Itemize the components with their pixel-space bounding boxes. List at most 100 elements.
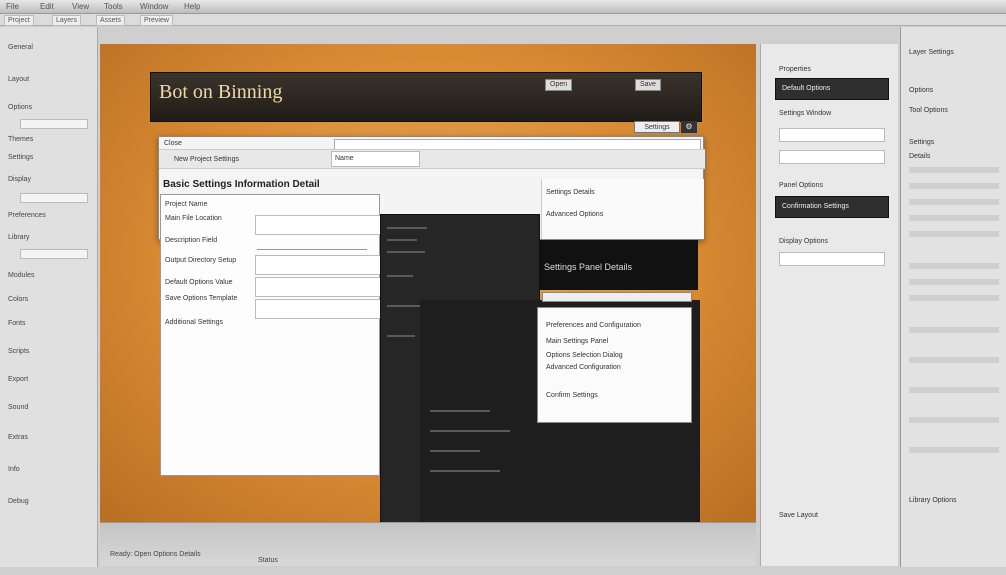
dialog-name-input[interactable]: Name (331, 151, 420, 167)
top-toolbar: File Edit View Tools Window Help (0, 0, 1006, 14)
status-text: Ready: Open Options Details (110, 551, 201, 558)
panel-label: Layer Settings (909, 49, 954, 56)
confirmation-settings-button[interactable]: Confirmation Settings (775, 196, 889, 218)
confirm-link[interactable]: Confirm Settings (546, 392, 598, 399)
sidebar-item[interactable]: Options (8, 103, 32, 113)
dialog-close-label[interactable]: Close (164, 140, 182, 147)
layer-row[interactable] (909, 183, 999, 189)
panel-label: Panel Options (779, 182, 823, 189)
sidebar-item[interactable]: Settings (8, 153, 33, 163)
sidebar-item[interactable]: Sound (8, 403, 28, 413)
sidebar-field[interactable] (20, 193, 88, 203)
form-label: Main File Location (165, 215, 222, 222)
layer-row[interactable] (909, 447, 999, 453)
form-input[interactable] (255, 277, 381, 297)
form-panel: Project Name Main File Location Descript… (160, 194, 381, 476)
panel-label: Save Layout (779, 512, 818, 519)
dark-header: Settings Panel Details (540, 240, 698, 290)
layer-row[interactable] (909, 387, 999, 393)
sidebar-item[interactable]: Fonts (8, 319, 26, 329)
menu-view[interactable]: View (72, 2, 89, 11)
sidebar-item[interactable]: Extras (8, 433, 28, 443)
layers-panel: Layer Settings Options Tool Options Sett… (900, 27, 1006, 567)
tab-strip: Project Layers Assets Preview (0, 14, 1006, 26)
layer-row[interactable] (909, 417, 999, 423)
form-label: Default Options Value (165, 279, 233, 286)
left-sidebar: General Layout Options Themes Settings D… (0, 27, 98, 567)
layer-row[interactable] (909, 199, 999, 205)
panel-field[interactable] (779, 150, 885, 164)
card-line: Preferences and Configuration (546, 322, 641, 329)
search-input[interactable] (542, 292, 692, 302)
card-line: Main Settings Panel (546, 338, 609, 345)
console-line (430, 430, 510, 432)
form-label: Additional Settings (165, 319, 223, 326)
panel-field[interactable] (779, 252, 885, 266)
title-banner: Bot on Binning Open Save (150, 72, 702, 122)
default-options-button[interactable]: Default Options (775, 78, 889, 100)
menu-file[interactable]: File (6, 2, 19, 11)
card-line: Options Selection Dialog (546, 352, 623, 359)
tab-preview[interactable]: Preview (140, 15, 173, 26)
layer-row[interactable] (909, 167, 999, 173)
form-label: Project Name (165, 201, 208, 208)
form-input[interactable] (255, 255, 381, 275)
console-line (387, 239, 417, 241)
menu-tools[interactable]: Tools (104, 2, 123, 11)
console-line (430, 410, 490, 412)
sidebar-item[interactable]: Modules (8, 271, 34, 281)
console-line (430, 470, 500, 472)
panel-label: Tool Options (909, 107, 948, 114)
sidebar-item[interactable]: Library (8, 233, 29, 243)
tab-assets[interactable]: Assets (96, 15, 126, 26)
sidebar-item[interactable]: Themes (8, 135, 33, 145)
sidebar-field[interactable] (20, 249, 88, 259)
form-label: Output Directory Setup (165, 257, 237, 264)
console-line (430, 450, 480, 452)
card-line: Advanced Configuration (546, 364, 621, 371)
gear-icon[interactable]: ⚙ (681, 121, 697, 133)
divider (257, 249, 367, 250)
sidebar-item[interactable]: Debug (8, 497, 29, 507)
list-item[interactable]: Advanced Options (546, 211, 603, 218)
layer-row[interactable] (909, 215, 999, 221)
console-line (387, 227, 427, 229)
layer-row[interactable] (909, 295, 999, 301)
menu-edit[interactable]: Edit (40, 2, 54, 11)
form-input[interactable] (255, 299, 381, 319)
menu-window[interactable]: Window (140, 2, 168, 11)
sidebar-field[interactable] (20, 119, 88, 129)
sidebar-item[interactable]: Scripts (8, 347, 29, 357)
sidebar-item[interactable]: Export (8, 375, 28, 385)
dialog-side-list: Settings Details Advanced Options (541, 179, 704, 239)
menu-help[interactable]: Help (184, 2, 200, 11)
settings-button[interactable]: Settings (634, 121, 680, 133)
layer-row[interactable] (909, 231, 999, 237)
console-line (387, 251, 425, 253)
panel-label: Settings (909, 139, 935, 146)
panel-label: Library Options (909, 497, 957, 504)
layer-row[interactable] (909, 263, 999, 269)
dialog-subhead: New Project Settings (174, 156, 239, 163)
panel-label: Display Options (779, 238, 829, 245)
sidebar-item[interactable]: General (8, 43, 33, 53)
panel-field[interactable] (779, 128, 885, 142)
form-input[interactable] (255, 215, 381, 235)
list-item[interactable]: Settings Details (546, 189, 595, 196)
banner-open-button[interactable]: Open (545, 79, 573, 91)
sidebar-item[interactable]: Layout (8, 75, 29, 85)
banner-save-button[interactable]: Save (635, 79, 661, 91)
layer-row[interactable] (909, 357, 999, 363)
form-label: Description Field (165, 237, 218, 244)
layer-row[interactable] (909, 279, 999, 285)
tab-layers[interactable]: Layers (52, 15, 82, 26)
sidebar-item[interactable]: Preferences (8, 211, 46, 221)
sidebar-item[interactable]: Colors (8, 295, 28, 305)
dialog-subheader (159, 149, 705, 169)
layer-row[interactable] (909, 327, 999, 333)
panel-label: Options (909, 87, 934, 94)
tab-project[interactable]: Project (4, 15, 34, 26)
sidebar-item[interactable]: Display (8, 175, 31, 185)
sidebar-item[interactable]: Info (8, 465, 20, 475)
status-label: Status (258, 557, 278, 564)
